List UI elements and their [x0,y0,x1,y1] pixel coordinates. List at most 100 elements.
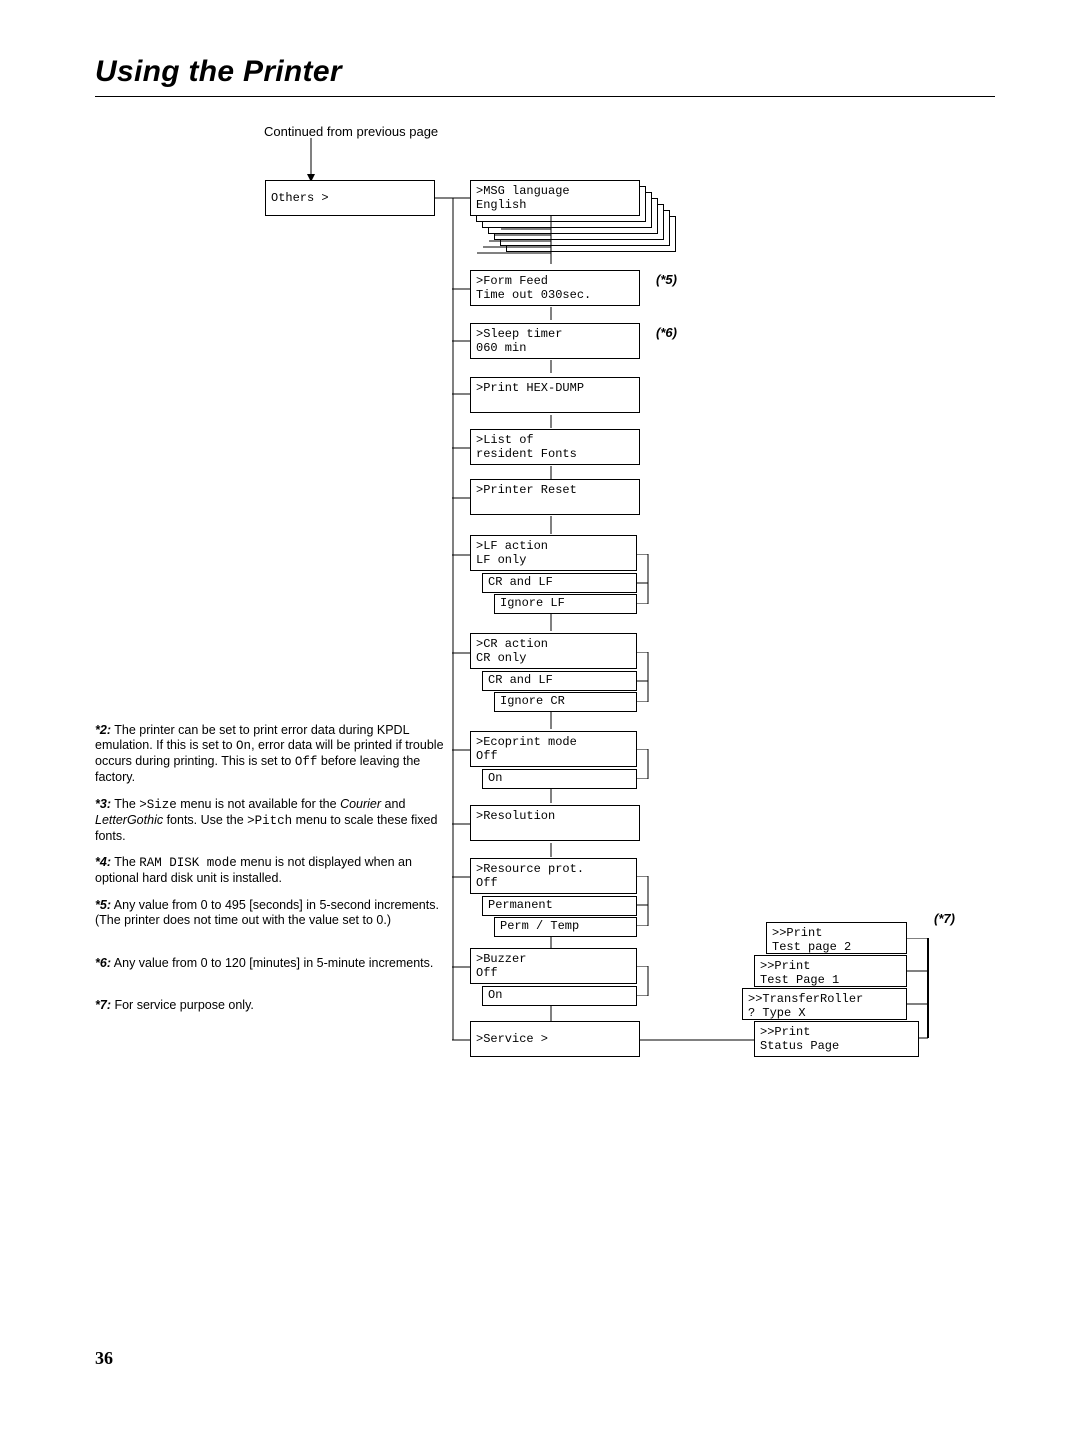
stub-sleep [452,340,472,342]
buz-rail [637,966,649,996]
stub-res [452,823,472,825]
stub-hex [452,393,472,395]
tick-list [550,466,552,479]
st-l1: >Sleep timer [476,327,562,341]
box-resp: >Resource prot. Off [470,858,637,894]
tick-cr [550,711,552,729]
line-service-sp [640,1039,755,1041]
lf-rail [637,554,649,604]
tr-l1: >>TransferRoller [748,992,863,1006]
box-msg-lang: >MSG language English [470,180,640,216]
ref-7: (*7) [934,911,955,926]
eco-l2: Off [476,749,498,763]
stub-service [452,1039,472,1041]
tp2-l2: Test page 2 [772,940,851,954]
note-2: *2: The printer can be set to print erro… [95,723,450,785]
title-rule [95,96,995,97]
arrow-continued [306,138,316,182]
stub-preset [452,497,472,499]
stub-cr [452,652,472,654]
box-hex: >Print HEX-DUMP [470,377,640,413]
note-5-text: Any value from 0 to 495 [seconds] in 5-s… [95,898,439,927]
box-lf-2: CR and LF [482,573,637,593]
note-3-ital1: Courier [340,797,381,811]
box-buz: >Buzzer Off [470,948,637,984]
box-resp-2: Permanent [482,896,637,916]
note-3: *3: The >Size menu is not available for … [95,797,450,844]
box-transfer-roller: >>TransferRoller ? Type X [742,988,907,1020]
resp-rail [637,876,649,926]
tp1-l2: Test Page 1 [760,973,839,987]
stub-form [452,288,472,290]
lf-a2: LF only [476,553,526,567]
box-resp-3: Perm / Temp [494,917,637,937]
note-5: *5: Any value from 0 to 495 [seconds] in… [95,898,450,928]
note-3-code2: >Pitch [247,814,292,828]
note-6-key: *6: [95,956,111,970]
page-title: Using the Printer [95,55,342,89]
note-2-code2: Off [295,755,318,769]
box-form-feed: >Form Feed Time out 030sec. [470,270,640,306]
sp-l2: Status Page [760,1039,839,1053]
tick-hex [550,415,552,428]
tp1-l1: >>Print [760,959,810,973]
box-eco: >Ecoprint mode Off [470,731,637,767]
tick-eco [550,789,552,803]
cr-rail [637,652,649,702]
note-3-b: menu is not available for the [177,797,340,811]
note-3-a: The [114,797,139,811]
note-3-code1: >Size [139,798,177,812]
note-4-key: *4: [95,855,111,869]
sp-l1: >>Print [760,1025,810,1039]
cr-a1: >CR action [476,637,548,651]
lf-a1: >LF action [476,539,548,553]
note-3-ital2: LetterGothic [95,813,163,827]
note-3-key: *3: [95,797,111,811]
note-6: *6: Any value from 0 to 120 [minutes] in… [95,956,450,971]
eco-rail [637,749,649,779]
msg-l1: >MSG language [476,184,570,198]
note-5-key: *5: [95,898,111,912]
tick-res [550,843,552,857]
note-4-code1: RAM DISK mode [139,856,237,870]
box-lf: >LF action LF only [470,535,637,571]
box-test-page-1: >>Print Test Page 1 [754,955,907,987]
stub-lf [452,554,472,556]
note-4: *4: The RAM DISK mode menu is not displa… [95,855,450,886]
tr-l2: ? Type X [748,1006,806,1020]
box-status-page: >>Print Status Page [754,1021,919,1057]
eco-l1: >Ecoprint mode [476,735,577,749]
ref-5: (*5) [656,272,677,287]
continued-label: Continued from previous page [264,124,438,139]
page-number: 36 [95,1348,113,1369]
note-2-code1: On [236,739,251,753]
stub-eco [452,749,472,751]
box-buz-2: On [482,986,637,1006]
note-7-key: *7: [95,998,111,1012]
stub-list [452,447,472,449]
stub-resp [452,876,472,878]
box-cr-2: CR and LF [482,671,637,691]
box-service: >Service > [470,1021,640,1057]
tp2-l1: >>Print [772,926,822,940]
msg-l2: English [476,198,526,212]
bz-l1: >Buzzer [476,952,526,966]
tick-lf [550,613,552,631]
note-3-d: fonts. Use the [163,813,247,827]
lf-l1: >List of [476,433,534,447]
lf-l2: resident Fonts [476,447,577,461]
cr-a2: CR only [476,651,526,665]
box-sleep: >Sleep timer 060 min [470,323,640,359]
ff-l1: >Form Feed [476,274,548,288]
tick-preset [550,516,552,534]
bz-l2: Off [476,966,498,980]
box-others: Others > [265,180,435,216]
rp-l2: Off [476,876,498,890]
box-cr: >CR action CR only [470,633,637,669]
box-test-page-2: >>Print Test page 2 [766,922,907,954]
st-l2: 060 min [476,341,526,355]
box-eco-2: On [482,769,637,789]
note-7: *7: For service purpose only. [95,998,450,1013]
note-2-key: *2: [95,723,111,737]
note-7-text: For service purpose only. [114,998,253,1012]
